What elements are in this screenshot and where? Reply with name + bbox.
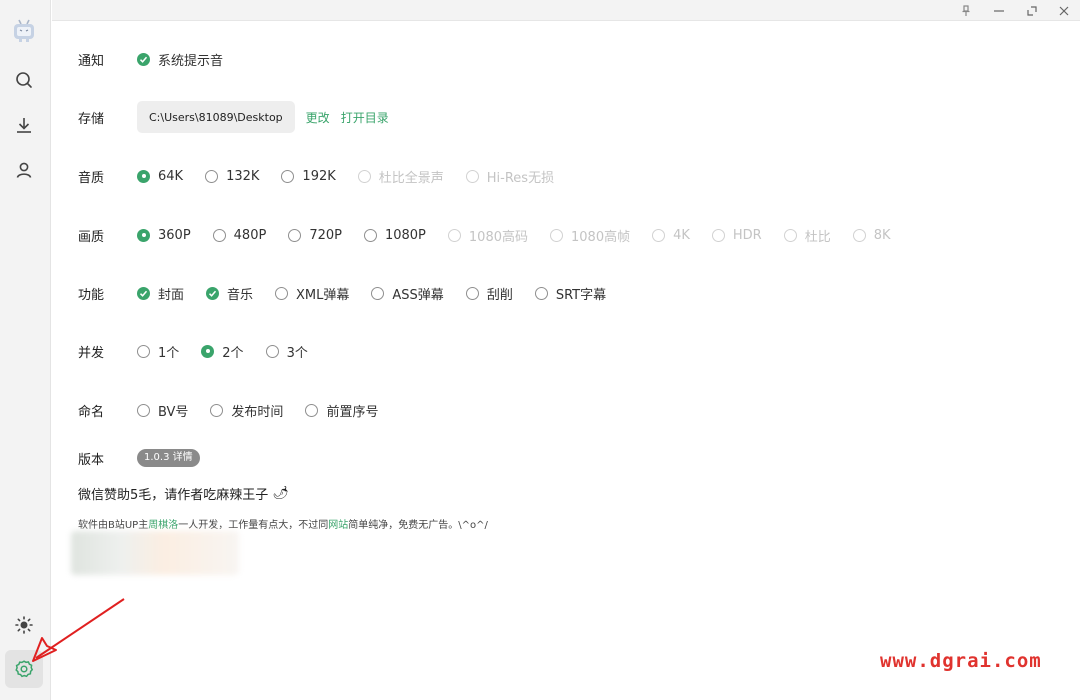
watermark-text: www.dgrai.com [880,650,1042,672]
arrow-annotation [32,598,125,662]
